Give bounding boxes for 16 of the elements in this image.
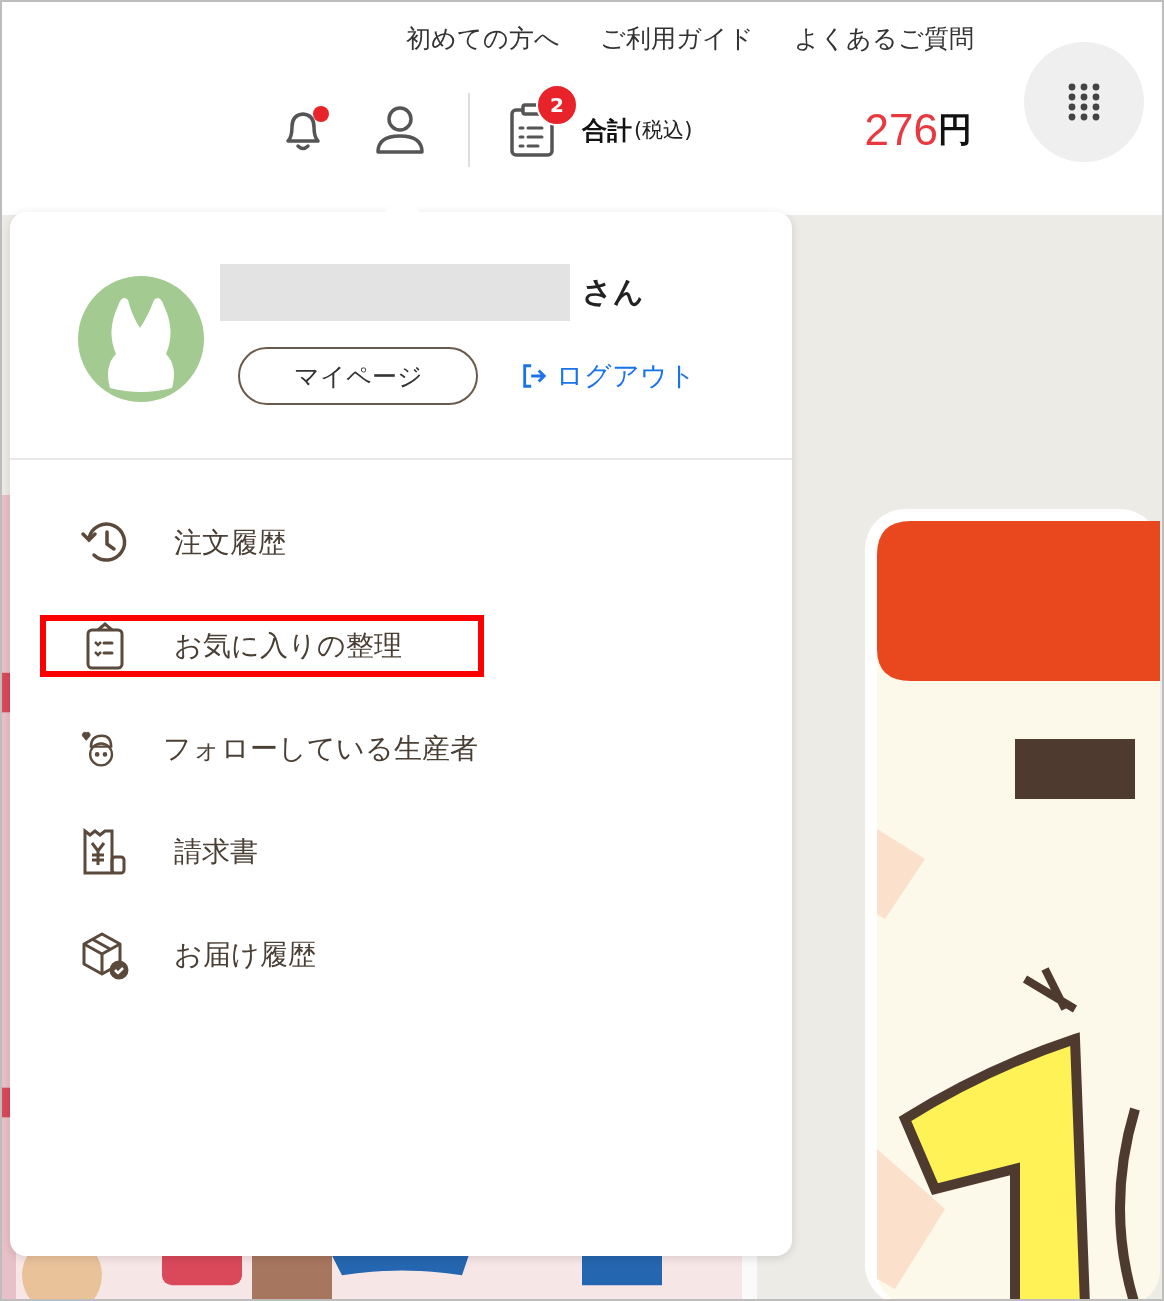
menu-item[interactable]: お届け履歴: [40, 924, 484, 986]
header-link[interactable]: よくあるご質問: [794, 22, 974, 55]
menu-item[interactable]: フォローしている生産者: [40, 718, 484, 780]
tax-note: (税込): [634, 117, 693, 144]
header-link[interactable]: 初めての方へ: [406, 22, 560, 55]
menu-item[interactable]: 請求書: [40, 821, 484, 883]
my-page-button[interactable]: マイページ: [238, 347, 478, 405]
header-link[interactable]: ご利用ガイド: [600, 22, 754, 55]
cart-count-badge: 2: [536, 84, 578, 126]
currency-label: 円: [938, 108, 972, 151]
menu-item[interactable]: お気に入りの整理: [40, 615, 484, 677]
user-name-suffix: さん: [582, 273, 644, 311]
logout-link[interactable]: ログアウト: [520, 358, 696, 394]
total-amount: 276: [864, 105, 938, 155]
menu-item[interactable]: 注文履歴: [40, 512, 484, 574]
total-label: 合計: [582, 114, 632, 147]
